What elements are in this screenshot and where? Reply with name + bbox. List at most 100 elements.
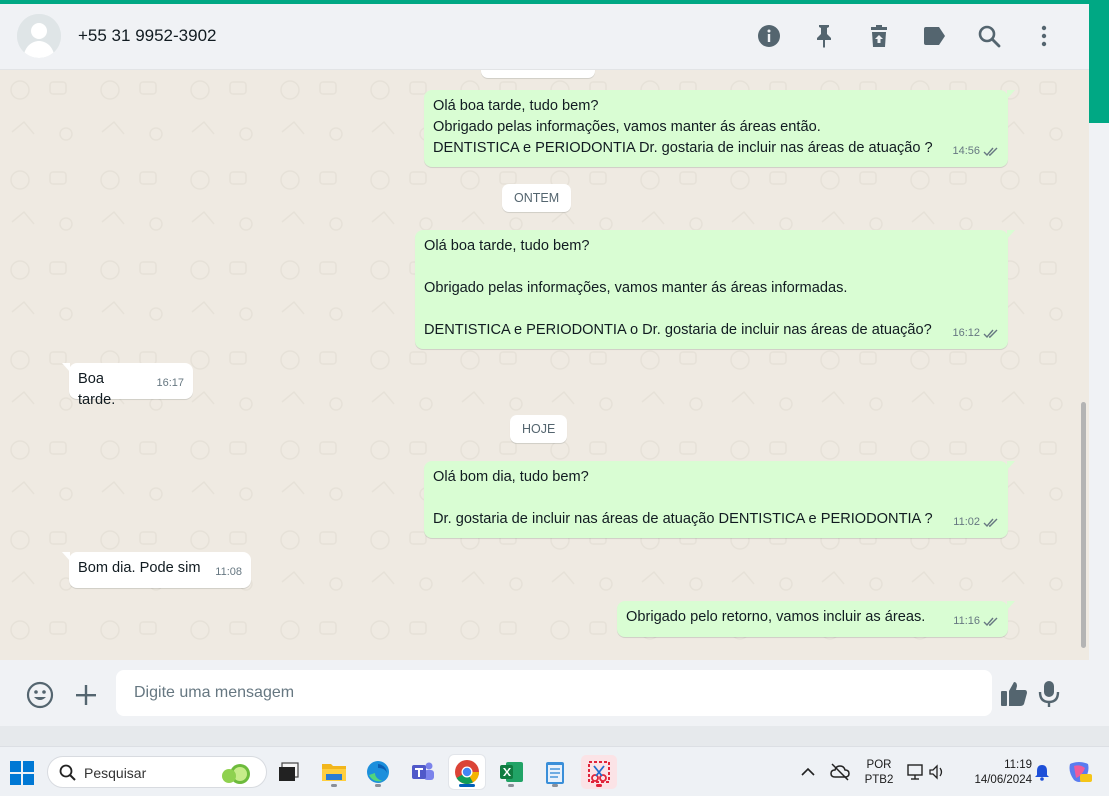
chrome-button[interactable]: [449, 755, 485, 789]
delete-chat-button[interactable]: [851, 20, 906, 52]
contact-info-button[interactable]: [741, 20, 796, 52]
teams-icon: [412, 762, 434, 780]
message-text: Olá bom dia, tudo bem? Dr. gostaria de i…: [433, 469, 933, 527]
start-button[interactable]: [10, 761, 34, 785]
message-text: Boa tarde.: [78, 371, 116, 408]
label-icon: [923, 27, 945, 45]
bubble-tail: [1007, 461, 1015, 470]
chevron-up-icon: [801, 767, 815, 776]
message-composer: [0, 660, 1089, 726]
message-bubble-incoming[interactable]: Boa tarde. 16:17: [62, 363, 193, 408]
task-view-icon: [279, 762, 299, 781]
bubble-tail: [62, 363, 70, 372]
excel-button[interactable]: [493, 755, 529, 789]
network-icon: [907, 764, 923, 780]
message-text: Olá boa tarde, tudo bem? Obrigado pelas …: [433, 98, 933, 156]
message-bubble-incoming[interactable]: Bom dia. Pode sim 11:08: [62, 552, 251, 588]
attach-button[interactable]: [71, 680, 101, 710]
file-explorer-button[interactable]: [316, 755, 352, 789]
keyboard-layout: PTB2: [864, 774, 894, 786]
search-icon: [59, 764, 76, 781]
teams-button[interactable]: [405, 755, 441, 789]
volume-icon: [929, 764, 943, 780]
emoji-icon: [26, 681, 54, 709]
plus-icon: [76, 685, 96, 705]
input-language-indicator[interactable]: POR PTB2: [862, 758, 896, 788]
windows-logo-icon: [10, 761, 34, 785]
network-volume-button[interactable]: [906, 762, 948, 782]
app-running-indicator: [331, 784, 337, 787]
window-edge-accent: [1089, 4, 1109, 123]
lime-highlight-icon: [222, 764, 250, 784]
message-time: 16:17: [156, 377, 184, 389]
search-icon: [978, 25, 1000, 48]
message-bubble-outgoing[interactable]: Obrigado pelo retorno, vamos incluir as …: [617, 601, 1015, 637]
copilot-button[interactable]: [1066, 760, 1092, 784]
double-check-icon: [983, 518, 998, 528]
app-running-indicator: [375, 784, 381, 787]
taskbar-search[interactable]: Pesquisar: [47, 756, 267, 788]
info-icon: [757, 25, 780, 47]
voice-message-button[interactable]: [1037, 679, 1061, 709]
contact-name[interactable]: +55 31 9952-3902: [78, 26, 217, 46]
message-input[interactable]: [116, 670, 992, 716]
message-list[interactable]: Olá boa tarde, tudo bem? Obrigado pelas …: [0, 70, 1089, 660]
message-time: 11:16: [953, 615, 980, 627]
folder-icon: [322, 764, 346, 781]
notifications-button[interactable]: [1033, 763, 1051, 781]
edge-browser-icon: [367, 761, 389, 783]
label-chat-button[interactable]: [906, 20, 961, 52]
clock-date: 14/06/2024: [974, 774, 1032, 786]
network-volume-icons: [907, 764, 943, 780]
show-hidden-icons-button[interactable]: [799, 763, 817, 781]
pin-chat-button[interactable]: [796, 20, 851, 52]
cloud-off-icon: [830, 763, 850, 781]
pin-icon: [816, 25, 831, 48]
send-sticker-button[interactable]: [999, 679, 1029, 709]
excel-icon: [500, 762, 523, 782]
message-time: 16:12: [952, 327, 980, 339]
message-text: Obrigado pelo retorno, vamos incluir as …: [626, 609, 926, 625]
bubble-tail: [1007, 601, 1015, 610]
menu-icon: [1041, 25, 1046, 47]
chat-menu-button[interactable]: [1016, 20, 1071, 52]
chrome-icon: [455, 760, 479, 785]
bubble-tail: [1007, 90, 1015, 99]
notepad-button[interactable]: [537, 755, 573, 789]
language-code: POR: [866, 759, 892, 771]
message-meta: 14:56: [952, 141, 999, 162]
message-meta: 11:08: [215, 562, 242, 583]
task-view-button[interactable]: [271, 755, 307, 789]
bell-icon: [1035, 765, 1049, 781]
clock[interactable]: 11:19 14/06/2024: [960, 758, 1032, 788]
snipping-tool-icon: [588, 761, 610, 783]
window-edge: [1089, 123, 1109, 746]
contact-avatar[interactable]: [17, 14, 61, 58]
default-avatar-icon: [17, 14, 61, 58]
thumbs-up-icon: [1001, 682, 1027, 706]
message-time: 11:02: [953, 516, 980, 528]
message-bubble-outgoing[interactable]: Olá bom dia, tudo bem? Dr. gostaria de i…: [424, 461, 1015, 538]
edge-button[interactable]: [360, 755, 396, 789]
app-running-indicator: [552, 784, 558, 787]
message-list-scrollbar[interactable]: [1081, 402, 1086, 648]
app-active-indicator: [459, 784, 475, 787]
message-meta: 11:16: [953, 611, 999, 632]
message-bubble-outgoing[interactable]: Olá boa tarde, tudo bem? Obrigado pelas …: [415, 230, 1015, 349]
emoji-button[interactable]: [25, 680, 55, 710]
bubble-tail: [62, 552, 70, 561]
os-taskbar: Pesquisar POR PTB2 11:19 14/06/2024: [0, 746, 1109, 796]
message-bubble-outgoing[interactable]: Olá boa tarde, tudo bem? Obrigado pelas …: [424, 90, 1015, 167]
message-text: Olá boa tarde, tudo bem? Obrigado pelas …: [424, 238, 932, 338]
onedrive-status-button[interactable]: [830, 762, 850, 782]
message-meta: 11:02: [953, 512, 999, 533]
date-chip-today: HOJE: [510, 415, 568, 443]
search-label: Pesquisar: [84, 765, 147, 781]
double-check-icon: [983, 617, 998, 627]
date-chip-yesterday: ONTEM: [502, 184, 572, 212]
app-running-indicator: [596, 784, 602, 787]
snipping-tool-button[interactable]: [581, 755, 617, 789]
message-time: 11:08: [215, 566, 242, 578]
search-messages-button[interactable]: [961, 20, 1016, 52]
message-time: 14:56: [952, 145, 980, 157]
